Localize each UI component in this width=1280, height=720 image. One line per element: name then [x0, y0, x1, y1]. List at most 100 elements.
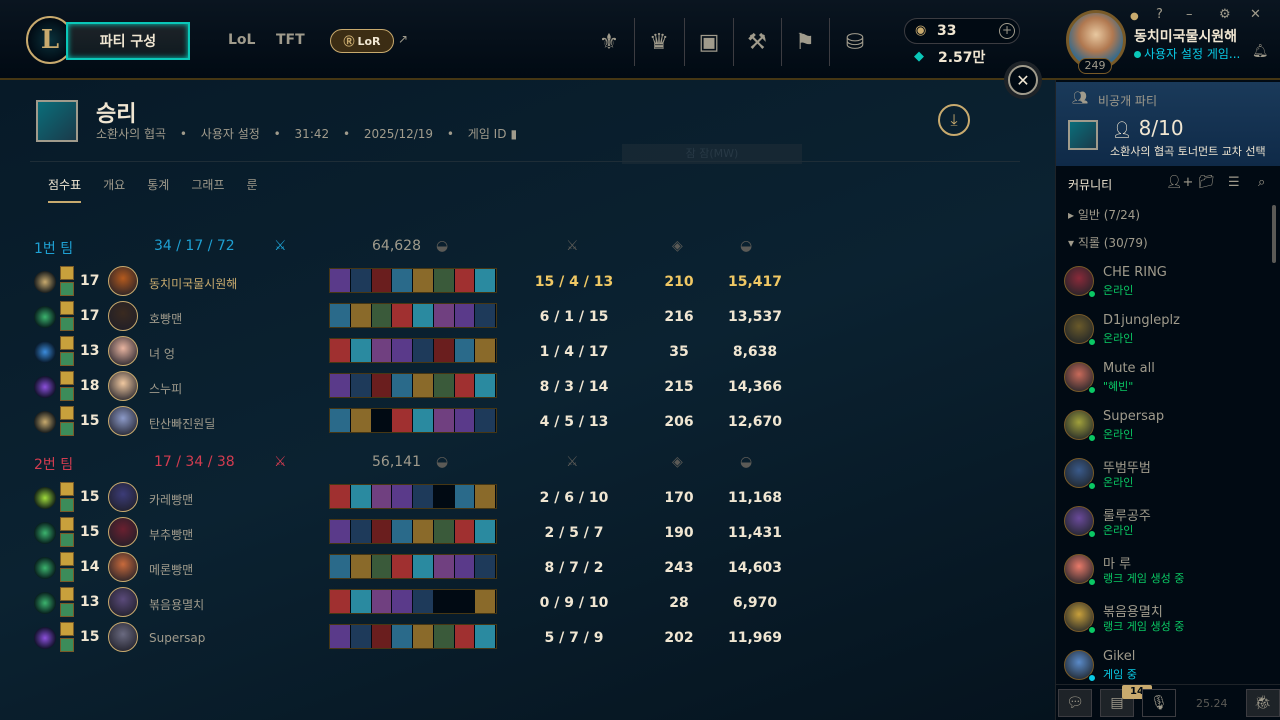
- item-slot[interactable]: [433, 590, 455, 613]
- item-slot[interactable]: [330, 555, 351, 578]
- missions-icon[interactable]: ⚑: [781, 24, 829, 60]
- profile-crest-icon[interactable]: ♛: [635, 24, 683, 60]
- item-slot[interactable]: [330, 485, 351, 508]
- item-slot[interactable]: [392, 304, 413, 327]
- item-slot[interactable]: [350, 304, 372, 327]
- keystone-rune-icon[interactable]: [34, 411, 56, 433]
- item-slot[interactable]: [350, 409, 372, 432]
- item-slot[interactable]: [413, 304, 434, 327]
- item-slot[interactable]: [371, 555, 393, 578]
- item-slot[interactable]: [330, 590, 351, 613]
- rp-display[interactable]: ◉ 33 +: [904, 18, 1020, 44]
- store-icon[interactable]: ⛁: [831, 24, 879, 60]
- item-slot[interactable]: [330, 374, 351, 397]
- item-slot[interactable]: [371, 485, 393, 508]
- item-slot[interactable]: [350, 555, 372, 578]
- item-slot[interactable]: [454, 339, 476, 362]
- summoner-name[interactable]: 동치미국물시원해: [1134, 26, 1237, 46]
- spell-icon[interactable]: [60, 282, 74, 296]
- item-slot[interactable]: [330, 304, 351, 327]
- friend-item[interactable]: CHE RING 온라인: [1062, 262, 1272, 306]
- chat-button[interactable]: 💬︎: [1058, 689, 1092, 717]
- item-slot[interactable]: [371, 269, 393, 292]
- player-row[interactable]: 15 탄산빠진원딜 4 / 5 / 13 206 12,670: [34, 404, 794, 438]
- spell-icon[interactable]: [60, 406, 74, 420]
- item-slot[interactable]: [350, 625, 372, 648]
- buy-rp-button[interactable]: +: [999, 23, 1015, 39]
- nav-lor-button[interactable]: Ⓡ LoR: [330, 29, 394, 53]
- spell-icon[interactable]: [60, 387, 74, 401]
- player-name[interactable]: 스누피: [149, 380, 182, 397]
- player-row[interactable]: 18 스누피 8 / 3 / 14 215 14,366: [34, 369, 794, 403]
- item-slot[interactable]: [413, 555, 434, 578]
- item-slot[interactable]: [350, 339, 372, 362]
- keystone-rune-icon[interactable]: [34, 271, 56, 293]
- item-slot[interactable]: [454, 485, 476, 508]
- add-friend-icon[interactable]: 👤︎+: [1166, 175, 1193, 190]
- party-panel[interactable]: 👥︎ 비공개 파티 👤︎ 8/10 소환사의 협곡 토너먼트 교차 선택: [1056, 82, 1280, 166]
- item-slot[interactable]: [330, 269, 351, 292]
- champion-portrait[interactable]: [108, 406, 138, 436]
- player-row[interactable]: 13 녀 엉 1 / 4 / 17 35 8,638: [34, 334, 794, 368]
- friend-item[interactable]: D1jungleplz 온라인: [1062, 310, 1272, 354]
- item-slot[interactable]: [475, 304, 496, 327]
- help-icon[interactable]: ?: [1156, 7, 1163, 22]
- tab-stats[interactable]: 통계: [147, 176, 169, 203]
- tab-scoreboard[interactable]: 점수표: [48, 176, 82, 203]
- tab-runes[interactable]: 룬: [246, 176, 257, 203]
- item-slot[interactable]: [413, 590, 434, 613]
- item-slot[interactable]: [350, 269, 372, 292]
- copy-icon[interactable]: ▮: [510, 127, 517, 141]
- item-slot[interactable]: [330, 520, 351, 543]
- item-slot[interactable]: [330, 625, 351, 648]
- item-slot[interactable]: [330, 409, 351, 432]
- close-match-button[interactable]: ✕: [1008, 65, 1038, 95]
- player-name[interactable]: 볶음용멸치: [149, 596, 204, 613]
- keystone-rune-icon[interactable]: [34, 557, 56, 579]
- item-slot[interactable]: [392, 625, 413, 648]
- loot-icon[interactable]: ⚒: [733, 24, 781, 60]
- item-slot[interactable]: [392, 339, 413, 362]
- collection-icon[interactable]: ▣: [685, 24, 733, 60]
- item-slot[interactable]: [433, 409, 455, 432]
- item-slot[interactable]: [433, 625, 455, 648]
- champion-portrait[interactable]: [108, 336, 138, 366]
- item-slot[interactable]: [454, 409, 476, 432]
- close-window-icon[interactable]: ✕: [1250, 7, 1261, 22]
- item-slot[interactable]: [392, 485, 413, 508]
- item-slot[interactable]: [475, 339, 496, 362]
- player-name[interactable]: 메론빵맨: [149, 561, 193, 578]
- keystone-rune-icon[interactable]: [34, 487, 56, 509]
- friend-item[interactable]: 룰루공주 온라인: [1062, 502, 1272, 546]
- item-slot[interactable]: [433, 269, 455, 292]
- item-slot[interactable]: [413, 269, 434, 292]
- settings-gear-icon[interactable]: ⚙: [1219, 7, 1231, 22]
- spell-icon[interactable]: [60, 587, 74, 601]
- spell-icon[interactable]: [60, 568, 74, 582]
- player-name[interactable]: 카레빵맨: [149, 491, 193, 508]
- spell-icon[interactable]: [60, 371, 74, 385]
- friend-group-main[interactable]: ▾ 직롤 (30/79): [1068, 234, 1148, 251]
- player-row[interactable]: 17 호빵맨 6 / 1 / 15 216 13,537: [34, 299, 794, 333]
- summoner-status[interactable]: 사용자 설정 게임...: [1134, 45, 1246, 62]
- item-slot[interactable]: [350, 374, 372, 397]
- friend-item[interactable]: Supersap 온라인: [1062, 406, 1272, 450]
- spell-icon[interactable]: [60, 552, 74, 566]
- keystone-rune-icon[interactable]: [34, 627, 56, 649]
- keystone-rune-icon[interactable]: [34, 376, 56, 398]
- download-replay-button[interactable]: ⤓: [938, 104, 970, 136]
- nav-tft[interactable]: TFT: [276, 32, 305, 48]
- spell-icon[interactable]: [60, 603, 74, 617]
- item-slot[interactable]: [433, 485, 455, 508]
- item-slot[interactable]: [454, 304, 476, 327]
- item-slot[interactable]: [371, 304, 393, 327]
- item-slot[interactable]: [392, 590, 413, 613]
- item-slot[interactable]: [475, 409, 496, 432]
- item-slot[interactable]: [413, 339, 434, 362]
- item-slot[interactable]: [454, 590, 476, 613]
- item-slot[interactable]: [413, 520, 434, 543]
- item-slot[interactable]: [371, 409, 393, 432]
- item-slot[interactable]: [392, 409, 413, 432]
- item-slot[interactable]: [454, 374, 476, 397]
- item-slot[interactable]: [392, 269, 413, 292]
